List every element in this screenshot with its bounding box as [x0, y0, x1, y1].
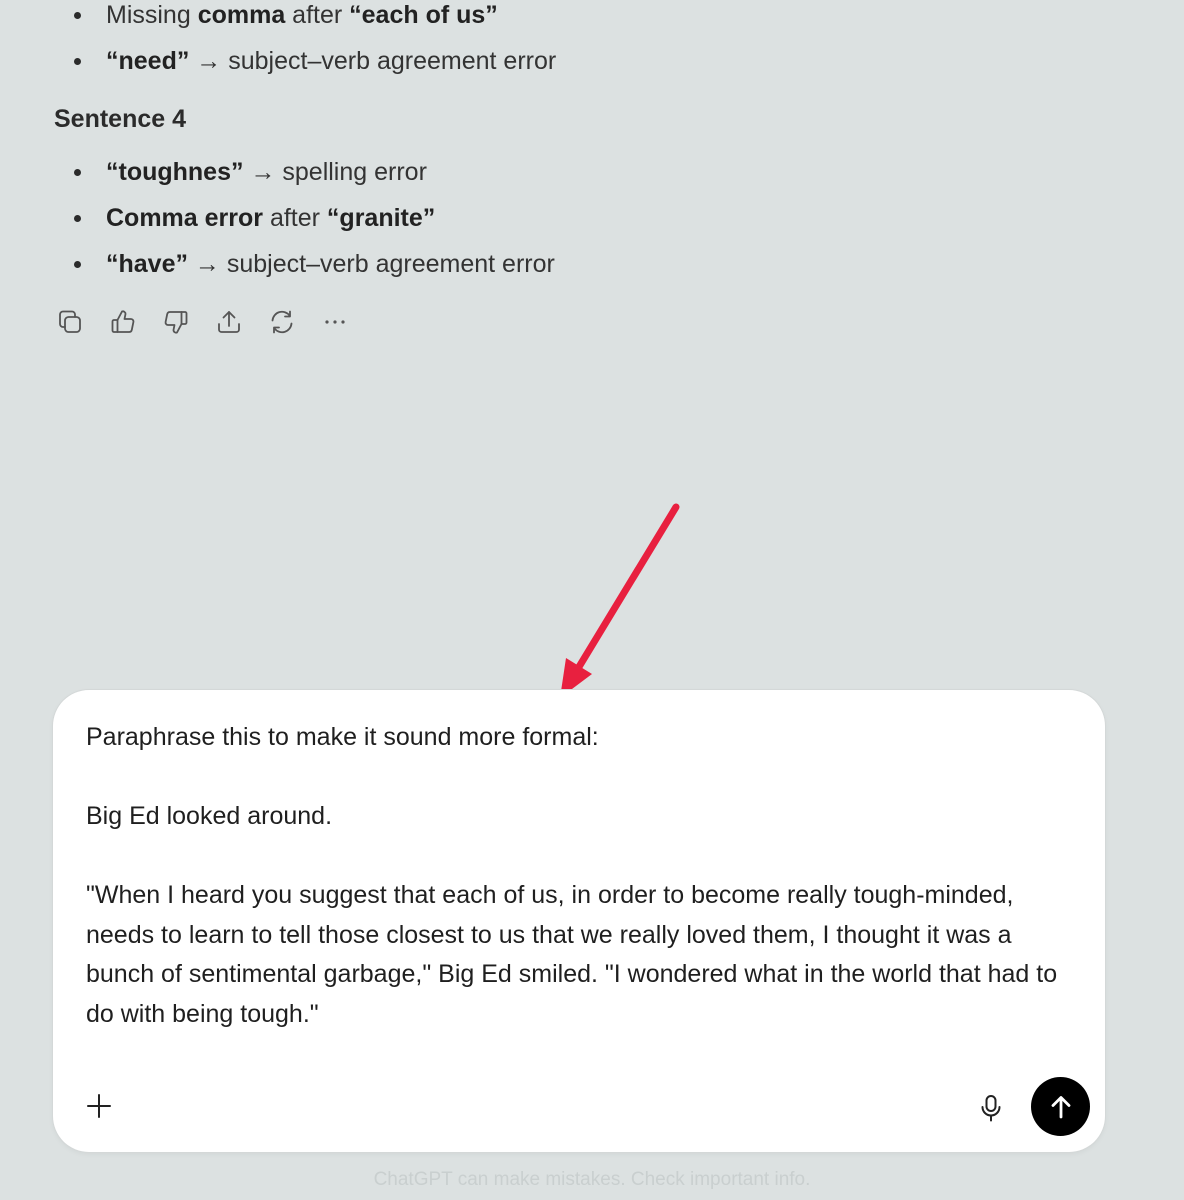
regenerate-icon	[271, 310, 292, 333]
annotation-arrow-shaft	[564, 503, 680, 689]
text-run: after	[263, 204, 327, 232]
text-run: after	[285, 1, 350, 29]
thumbs-down-icon	[164, 310, 187, 334]
list-item: “have” → subject–verb agreement error	[54, 249, 555, 295]
list-item: “need” → subject–verb agreement error	[54, 46, 556, 92]
send-button[interactable]	[1031, 1077, 1090, 1136]
microphone-icon	[981, 1095, 1001, 1122]
thumbs-down-button[interactable]	[160, 306, 191, 337]
list-item: Missing comma after “each of us”	[54, 0, 556, 46]
thumbs-up-icon	[111, 309, 134, 333]
message-composer[interactable]: Paraphrase this to make it sound more fo…	[53, 690, 1105, 1152]
voice-input-button[interactable]	[975, 1090, 1007, 1126]
prompt-paragraph: Big Ed looked around.	[86, 802, 333, 830]
copy-button[interactable]	[54, 306, 85, 337]
disclaimer-text: ChatGPT can make mistakes. Check importa…	[373, 1169, 811, 1190]
response-actions	[54, 306, 350, 337]
more-options-button[interactable]	[319, 306, 350, 337]
text-run: → subject–verb agreement error	[189, 47, 557, 75]
regenerate-button[interactable]	[266, 306, 297, 337]
text-run: → spelling error	[243, 158, 427, 186]
copy-icon	[58, 310, 81, 333]
bottom-bullet-list: “toughnes” → spelling error Comma error …	[54, 157, 555, 295]
arrow-up-icon	[1051, 1095, 1070, 1118]
text-run-bold: Comma error	[106, 204, 263, 232]
prompt-paragraph: "When I heard you suggest that each of u…	[86, 881, 1058, 1028]
text-run: → subject–verb agreement error	[187, 250, 555, 278]
text-run: Missing	[106, 1, 198, 29]
text-run-bold: “have”	[106, 250, 188, 278]
plus-icon	[87, 1094, 111, 1118]
share-button[interactable]	[213, 306, 244, 337]
list-item: Comma error after “granite”	[54, 203, 555, 249]
text-run-bold: “need”	[106, 47, 190, 75]
text-run-bold: “each of us”	[349, 1, 498, 29]
text-run-bold: comma	[197, 1, 286, 29]
top-bullet-list: Missing comma after “each of us” “need” …	[54, 0, 556, 92]
list-item: “toughnes” → spelling error	[54, 157, 555, 203]
annotation-arrow-icon	[560, 503, 680, 698]
text-run-bold: “toughnes”	[106, 158, 244, 186]
thumbs-up-button[interactable]	[107, 306, 138, 337]
prompt-input[interactable]: Paraphrase this to make it sound more fo…	[86, 718, 1071, 1034]
more-icon	[324, 319, 345, 324]
text-run-bold: “granite”	[326, 204, 436, 232]
share-icon	[217, 310, 240, 333]
prompt-paragraph: Paraphrase this to make it sound more fo…	[86, 723, 599, 751]
add-attachment-button[interactable]	[83, 1090, 115, 1122]
section-heading: Sentence 4	[54, 105, 187, 133]
